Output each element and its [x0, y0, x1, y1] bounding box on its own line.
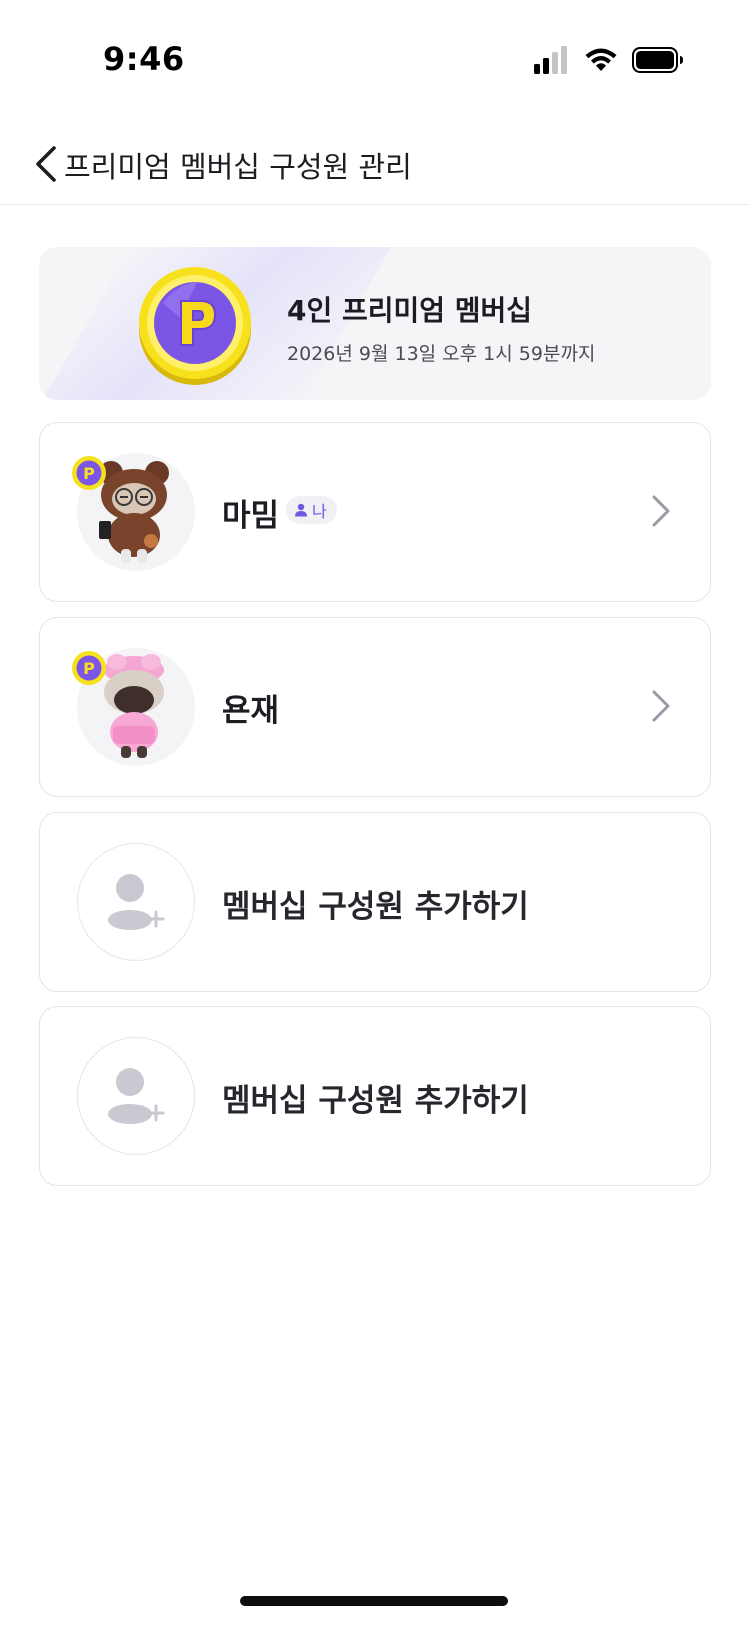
chevron-right-icon: [650, 688, 672, 724]
svg-text:P: P: [83, 464, 95, 483]
signal-icon: [534, 46, 567, 74]
add-member-button[interactable]: 멤버십 구성원 추가하기: [39, 812, 711, 992]
premium-badge-icon: P: [71, 455, 107, 491]
add-user-icon: [106, 1062, 168, 1132]
status-time: 9:46: [103, 40, 185, 78]
member-card[interactable]: P 마밈 나: [39, 422, 711, 602]
membership-info: 4인 프리미엄 멤버십 2026년 9월 13일 오후 1시 59분까지: [287, 289, 595, 366]
wifi-icon: [585, 48, 617, 71]
member-card[interactable]: P 욘재: [39, 617, 711, 797]
add-member-label: 멤버십 구성원 추가하기: [222, 1083, 529, 1119]
avatar: P: [72, 648, 195, 766]
premium-coin-icon: [135, 263, 255, 387]
status-icons: [534, 46, 684, 74]
chevron-left-icon: [36, 146, 56, 182]
add-member-label: 멤버십 구성원 추가하기: [222, 889, 529, 925]
avatar: P: [72, 453, 195, 571]
member-name: 마밈: [222, 498, 280, 534]
svg-text:P: P: [83, 659, 95, 678]
empty-avatar: [77, 1037, 195, 1155]
member-name: 욘재: [222, 693, 280, 729]
home-indicator: [240, 1596, 508, 1606]
me-badge: 나: [286, 496, 337, 524]
page-title: 프리미엄 멤버십 구성원 관리: [64, 150, 412, 184]
membership-title: 4인 프리미엄 멤버십: [287, 294, 533, 327]
add-user-icon: [106, 868, 168, 938]
battery-icon: [632, 47, 683, 73]
add-member-button[interactable]: 멤버십 구성원 추가하기: [39, 1006, 711, 1186]
empty-avatar: [77, 843, 195, 961]
nav-bar: 프리미엄 멤버십 구성원 관리: [0, 128, 750, 205]
premium-badge-icon: P: [71, 650, 107, 686]
me-badge-label: 나: [312, 502, 327, 521]
person-icon: [295, 503, 307, 517]
membership-expiry: 2026년 9월 13일 오후 1시 59분까지: [287, 343, 596, 365]
membership-banner: 4인 프리미엄 멤버십 2026년 9월 13일 오후 1시 59분까지: [39, 247, 711, 400]
chevron-right-icon: [650, 493, 672, 529]
status-bar: 9:46: [0, 0, 750, 110]
